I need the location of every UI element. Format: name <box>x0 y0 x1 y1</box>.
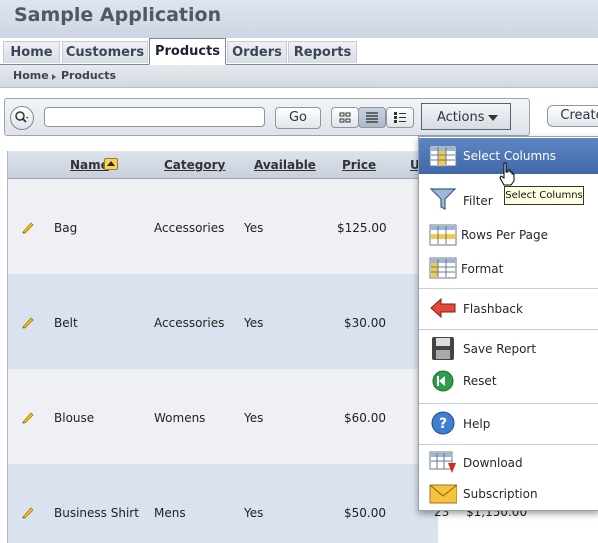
menu-item-label: Flashback <box>463 302 523 316</box>
menu-divider <box>419 288 598 289</box>
pencil-edit-icon[interactable] <box>20 219 36 235</box>
breadcrumb-home[interactable]: Home <box>13 69 49 82</box>
hand-cursor-icon <box>499 162 515 186</box>
icon-view-button[interactable] <box>331 107 359 128</box>
tab-customers[interactable]: Customers <box>62 41 148 63</box>
pencil-edit-icon[interactable] <box>20 409 36 425</box>
cell-category: Accessories <box>154 221 225 235</box>
menu-item-help[interactable]: ? Help <box>419 405 598 443</box>
help-icon: ? <box>431 411 455 435</box>
list-view-icon <box>366 112 378 123</box>
search-input[interactable] <box>44 107 265 127</box>
cell-price: $30.00 <box>344 316 386 330</box>
menu-divider <box>419 444 598 445</box>
cell-category: Womens <box>154 411 206 425</box>
detail-view-button[interactable] <box>386 107 414 128</box>
menu-item-flashback[interactable]: Flashback <box>419 290 598 328</box>
menu-item-label: Subscription <box>463 487 538 501</box>
breadcrumb-current: Products <box>61 69 117 82</box>
pencil-edit-icon[interactable] <box>20 314 36 330</box>
menu-item-label: Format <box>461 262 504 276</box>
format-icon <box>429 257 457 279</box>
chevron-down-icon <box>488 115 498 121</box>
detail-view-icon <box>394 112 406 123</box>
column-header-price[interactable]: Price <box>342 158 376 172</box>
table-row: Bag Accessories Yes $125.00 <box>8 179 438 275</box>
cell-name: Blouse <box>54 411 95 425</box>
menu-item-download[interactable]: Download <box>419 447 598 479</box>
tab-reports[interactable]: Reports <box>288 41 357 63</box>
reset-icon <box>432 370 454 392</box>
menu-item-reset[interactable]: Reset <box>419 366 598 398</box>
tab-bar: Home Customers Products Orders Reports <box>0 38 598 65</box>
menu-item-label: Filter <box>463 194 493 208</box>
menu-item-rows-per-page[interactable]: Rows Per Page <box>419 219 598 251</box>
menu-item-label: Save Report <box>463 342 537 356</box>
menu-item-label: Rows Per Page <box>461 228 549 242</box>
breadcrumb: Home Products <box>0 65 598 88</box>
actions-button[interactable]: Actions <box>421 103 511 130</box>
rows-icon <box>429 224 457 246</box>
cell-name: Belt <box>54 316 78 330</box>
actions-label: Actions <box>437 110 485 125</box>
column-header-category[interactable]: Category <box>164 158 225 172</box>
funnel-icon <box>429 188 457 210</box>
menu-divider <box>419 403 598 404</box>
cell-price: $125.00 <box>337 221 387 235</box>
cell-available: Yes <box>244 506 264 520</box>
column-header-available[interactable]: Available <box>254 158 316 172</box>
download-icon <box>429 451 456 473</box>
menu-item-label: Download <box>463 456 523 470</box>
floppy-disk-icon <box>432 337 454 360</box>
column-header-name[interactable]: Name <box>70 158 109 172</box>
cell-category: Mens <box>154 506 186 520</box>
menu-item-save-report[interactable]: Save Report <box>419 333 598 365</box>
flashback-arrow-icon <box>430 297 456 319</box>
table-row: Business Shirt Mens Yes $50.00 <box>8 464 438 543</box>
cell-available: Yes <box>244 221 264 235</box>
report-view-button[interactable] <box>358 107 386 128</box>
sort-ascending-icon[interactable] <box>104 158 118 170</box>
columns-icon <box>429 145 457 167</box>
tab-home[interactable]: Home <box>3 41 60 63</box>
menu-item-label: Reset <box>463 374 497 388</box>
svg-text:?: ? <box>439 416 447 432</box>
cell-name: Bag <box>54 221 78 235</box>
table-header: Name Category Available Price U <box>8 151 438 179</box>
menu-item-label: Help <box>463 417 491 431</box>
envelope-icon <box>429 484 457 504</box>
cell-price: $60.00 <box>344 411 386 425</box>
create-button[interactable]: Create <box>547 105 598 127</box>
report-table: Name Category Available Price U Bag Acce… <box>7 151 438 543</box>
cell-available: Yes <box>244 316 264 330</box>
breadcrumb-separator-icon <box>52 74 56 80</box>
cell-name: Business Shirt <box>54 506 139 520</box>
menu-item-label: Select Columns <box>463 149 557 163</box>
menu-item-format[interactable]: Format <box>419 252 598 286</box>
menu-divider <box>419 329 598 330</box>
pencil-edit-icon[interactable] <box>20 504 36 520</box>
cell-category: Accessories <box>154 316 225 330</box>
tab-orders[interactable]: Orders <box>227 41 287 63</box>
search-icon[interactable] <box>10 106 34 130</box>
table-row: Blouse Womens Yes $60.00 <box>8 369 438 465</box>
menu-item-subscription[interactable]: Subscription <box>419 479 598 509</box>
app-title: Sample Application <box>14 4 222 26</box>
cell-available: Yes <box>244 411 264 425</box>
cell-price: $50.00 <box>344 506 386 520</box>
table-row: Belt Accessories Yes $30.00 <box>8 274 438 370</box>
tooltip: Select Columns <box>504 186 584 205</box>
grid-view-icon <box>339 112 351 123</box>
tab-products[interactable]: Products <box>149 38 226 65</box>
go-button[interactable]: Go <box>275 107 321 129</box>
